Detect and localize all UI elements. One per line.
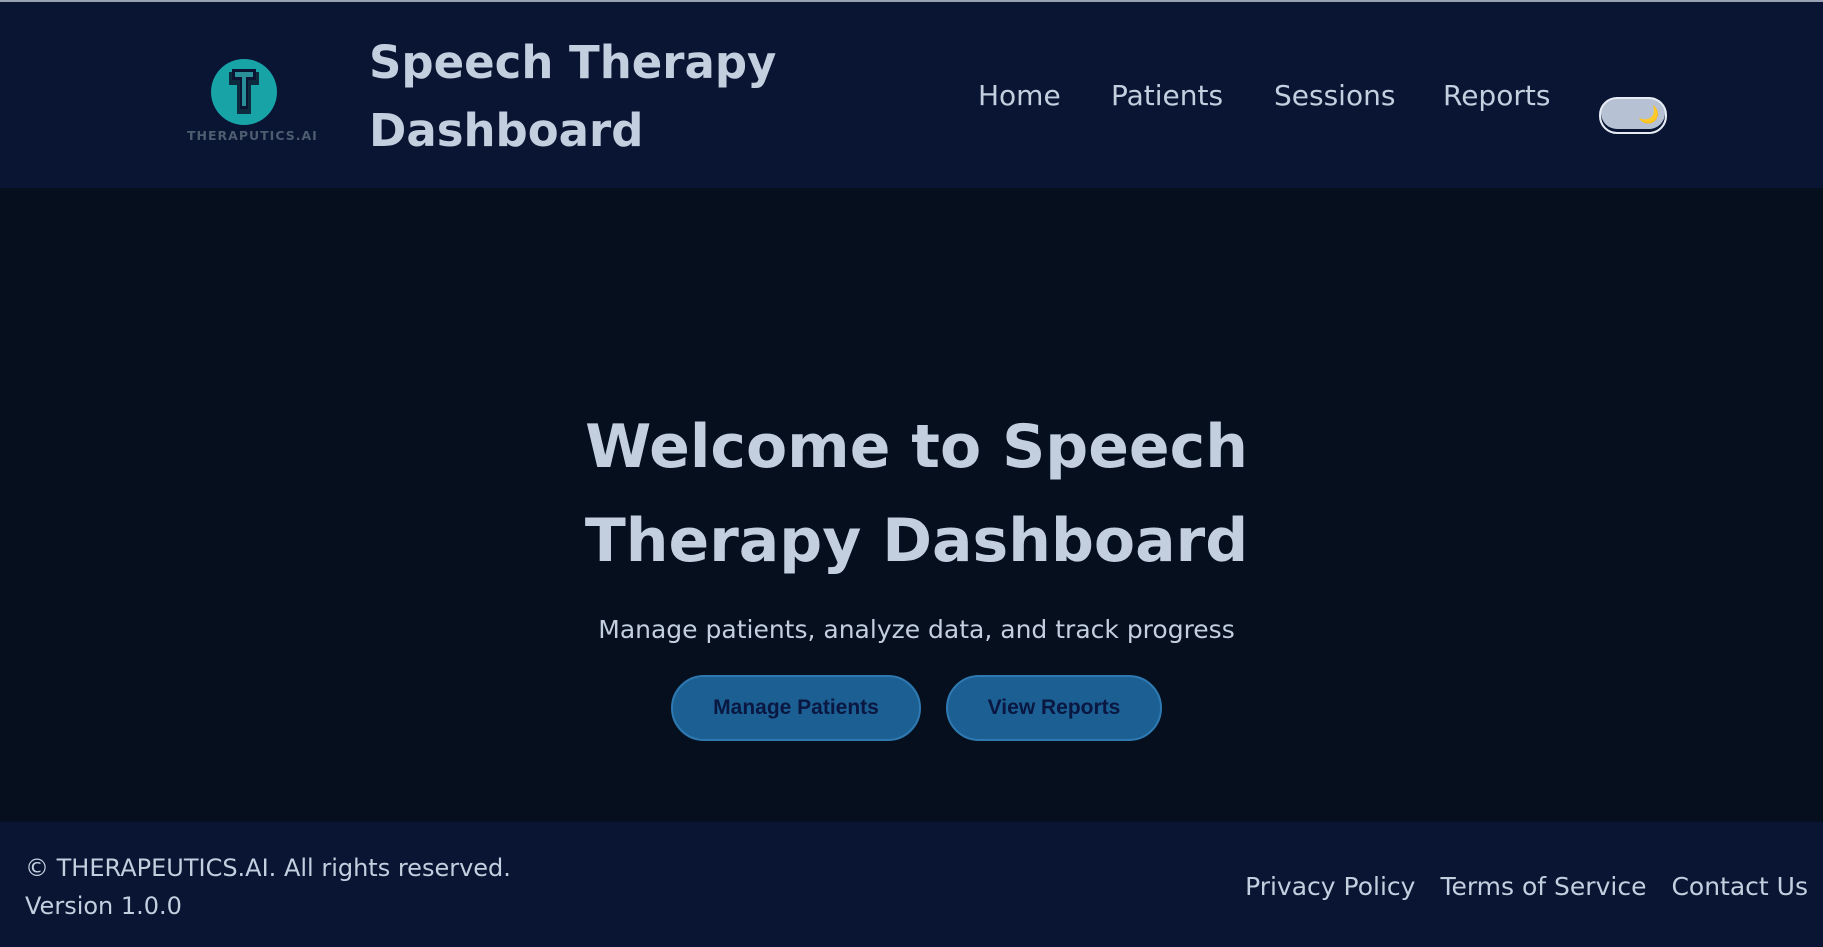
hero-title: Welcome to Speech Therapy Dashboard: [584, 412, 1249, 576]
terms-of-service-link[interactable]: Terms of Service: [1440, 868, 1646, 906]
copyright-text: © THERAPEUTICS.AI. All rights reserved.: [25, 854, 511, 882]
logo-text: THERAPUTICS.AI: [187, 128, 318, 143]
theme-toggle-button[interactable]: 🌙: [1599, 97, 1667, 134]
footer-info: © THERAPEUTICS.AI. All rights reserved. …: [25, 849, 511, 925]
contact-us-link[interactable]: Contact Us: [1671, 868, 1808, 906]
nav-link-sessions[interactable]: Sessions: [1274, 76, 1395, 116]
nav-link-home[interactable]: Home: [978, 76, 1061, 116]
footer-links: Privacy Policy Terms of Service Contact …: [1220, 868, 1808, 906]
page: THERAPUTICS.AI Speech Therapy Dashboard …: [0, 0, 1823, 947]
nav-link-patients[interactable]: Patients: [1111, 76, 1223, 116]
site-footer: © THERAPEUTICS.AI. All rights reserved. …: [0, 822, 1823, 947]
nav-link-reports[interactable]: Reports: [1443, 76, 1550, 116]
version-text: Version 1.0.0: [25, 892, 182, 920]
view-reports-button[interactable]: View Reports: [946, 675, 1162, 741]
manage-patients-button[interactable]: Manage Patients: [671, 675, 921, 741]
privacy-policy-link[interactable]: Privacy Policy: [1245, 868, 1415, 906]
site-title: Speech Therapy Dashboard: [369, 36, 777, 157]
site-header: THERAPUTICS.AI Speech Therapy Dashboard …: [0, 0, 1823, 188]
logo[interactable]: THERAPUTICS.AI: [187, 57, 318, 147]
moon-icon: 🌙: [1638, 105, 1660, 125]
letter-t-logo-icon: [211, 59, 277, 125]
hero-subtitle: Manage patients, analyze data, and track…: [598, 615, 1235, 644]
